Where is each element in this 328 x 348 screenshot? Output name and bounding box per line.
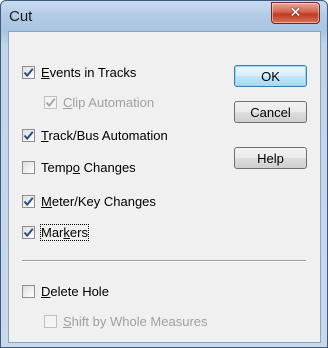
checkbox-box[interactable] [22,160,35,174]
checkbox-label: Clip Automation [63,94,155,110]
checkbox-label: Tempo Changes [41,159,136,175]
close-button[interactable]: ✕ [271,2,320,24]
checkmark-icon [45,97,56,107]
cut-dialog: Cut ✕ Events in Tracks Clip Automation T… [0,0,328,348]
help-button[interactable]: Help [234,147,307,169]
dialog-title: Cut [9,8,33,25]
checkbox-clip-automation[interactable]: Clip Automation [44,94,154,110]
checkbox-box[interactable] [22,194,35,208]
dialog-body: Events in Tracks Clip Automation Track/B… [8,31,321,343]
checkbox-box[interactable] [44,95,57,109]
title-bar[interactable]: Cut ✕ [1,1,327,31]
checkbox-tempo-changes[interactable]: Tempo Changes [22,159,136,175]
checkmark-icon [23,67,34,77]
checkbox-shift-by-whole-measures[interactable]: Shift by Whole Measures [44,313,208,329]
checkbox-box[interactable] [22,225,35,239]
checkbox-box[interactable] [22,284,35,298]
checkbox-label: Meter/Key Changes [41,193,156,209]
checkbox-label: Shift by Whole Measures [63,313,208,329]
checkbox-events-in-tracks[interactable]: Events in Tracks [22,64,136,80]
ok-button[interactable]: OK [234,65,307,87]
checkbox-label: Markers [40,223,89,241]
close-icon: ✕ [289,5,302,21]
checkmark-icon [23,196,34,206]
checkmark-icon [23,130,34,140]
checkbox-label: Events in Tracks [41,64,137,80]
checkbox-delete-hole[interactable]: Delete Hole [22,283,109,299]
checkmark-icon [23,227,34,237]
separator [22,260,306,262]
checkbox-box[interactable] [22,128,35,142]
checkbox-markers[interactable]: Markers [22,223,89,241]
cancel-button[interactable]: Cancel [234,101,307,123]
checkbox-box[interactable] [22,65,35,79]
checkbox-label: Track/Bus Automation [41,127,168,143]
checkbox-track-bus-automation[interactable]: Track/Bus Automation [22,127,168,143]
checkbox-box[interactable] [44,314,57,328]
checkbox-meter-key-changes[interactable]: Meter/Key Changes [22,193,156,209]
checkbox-label: Delete Hole [41,283,109,299]
